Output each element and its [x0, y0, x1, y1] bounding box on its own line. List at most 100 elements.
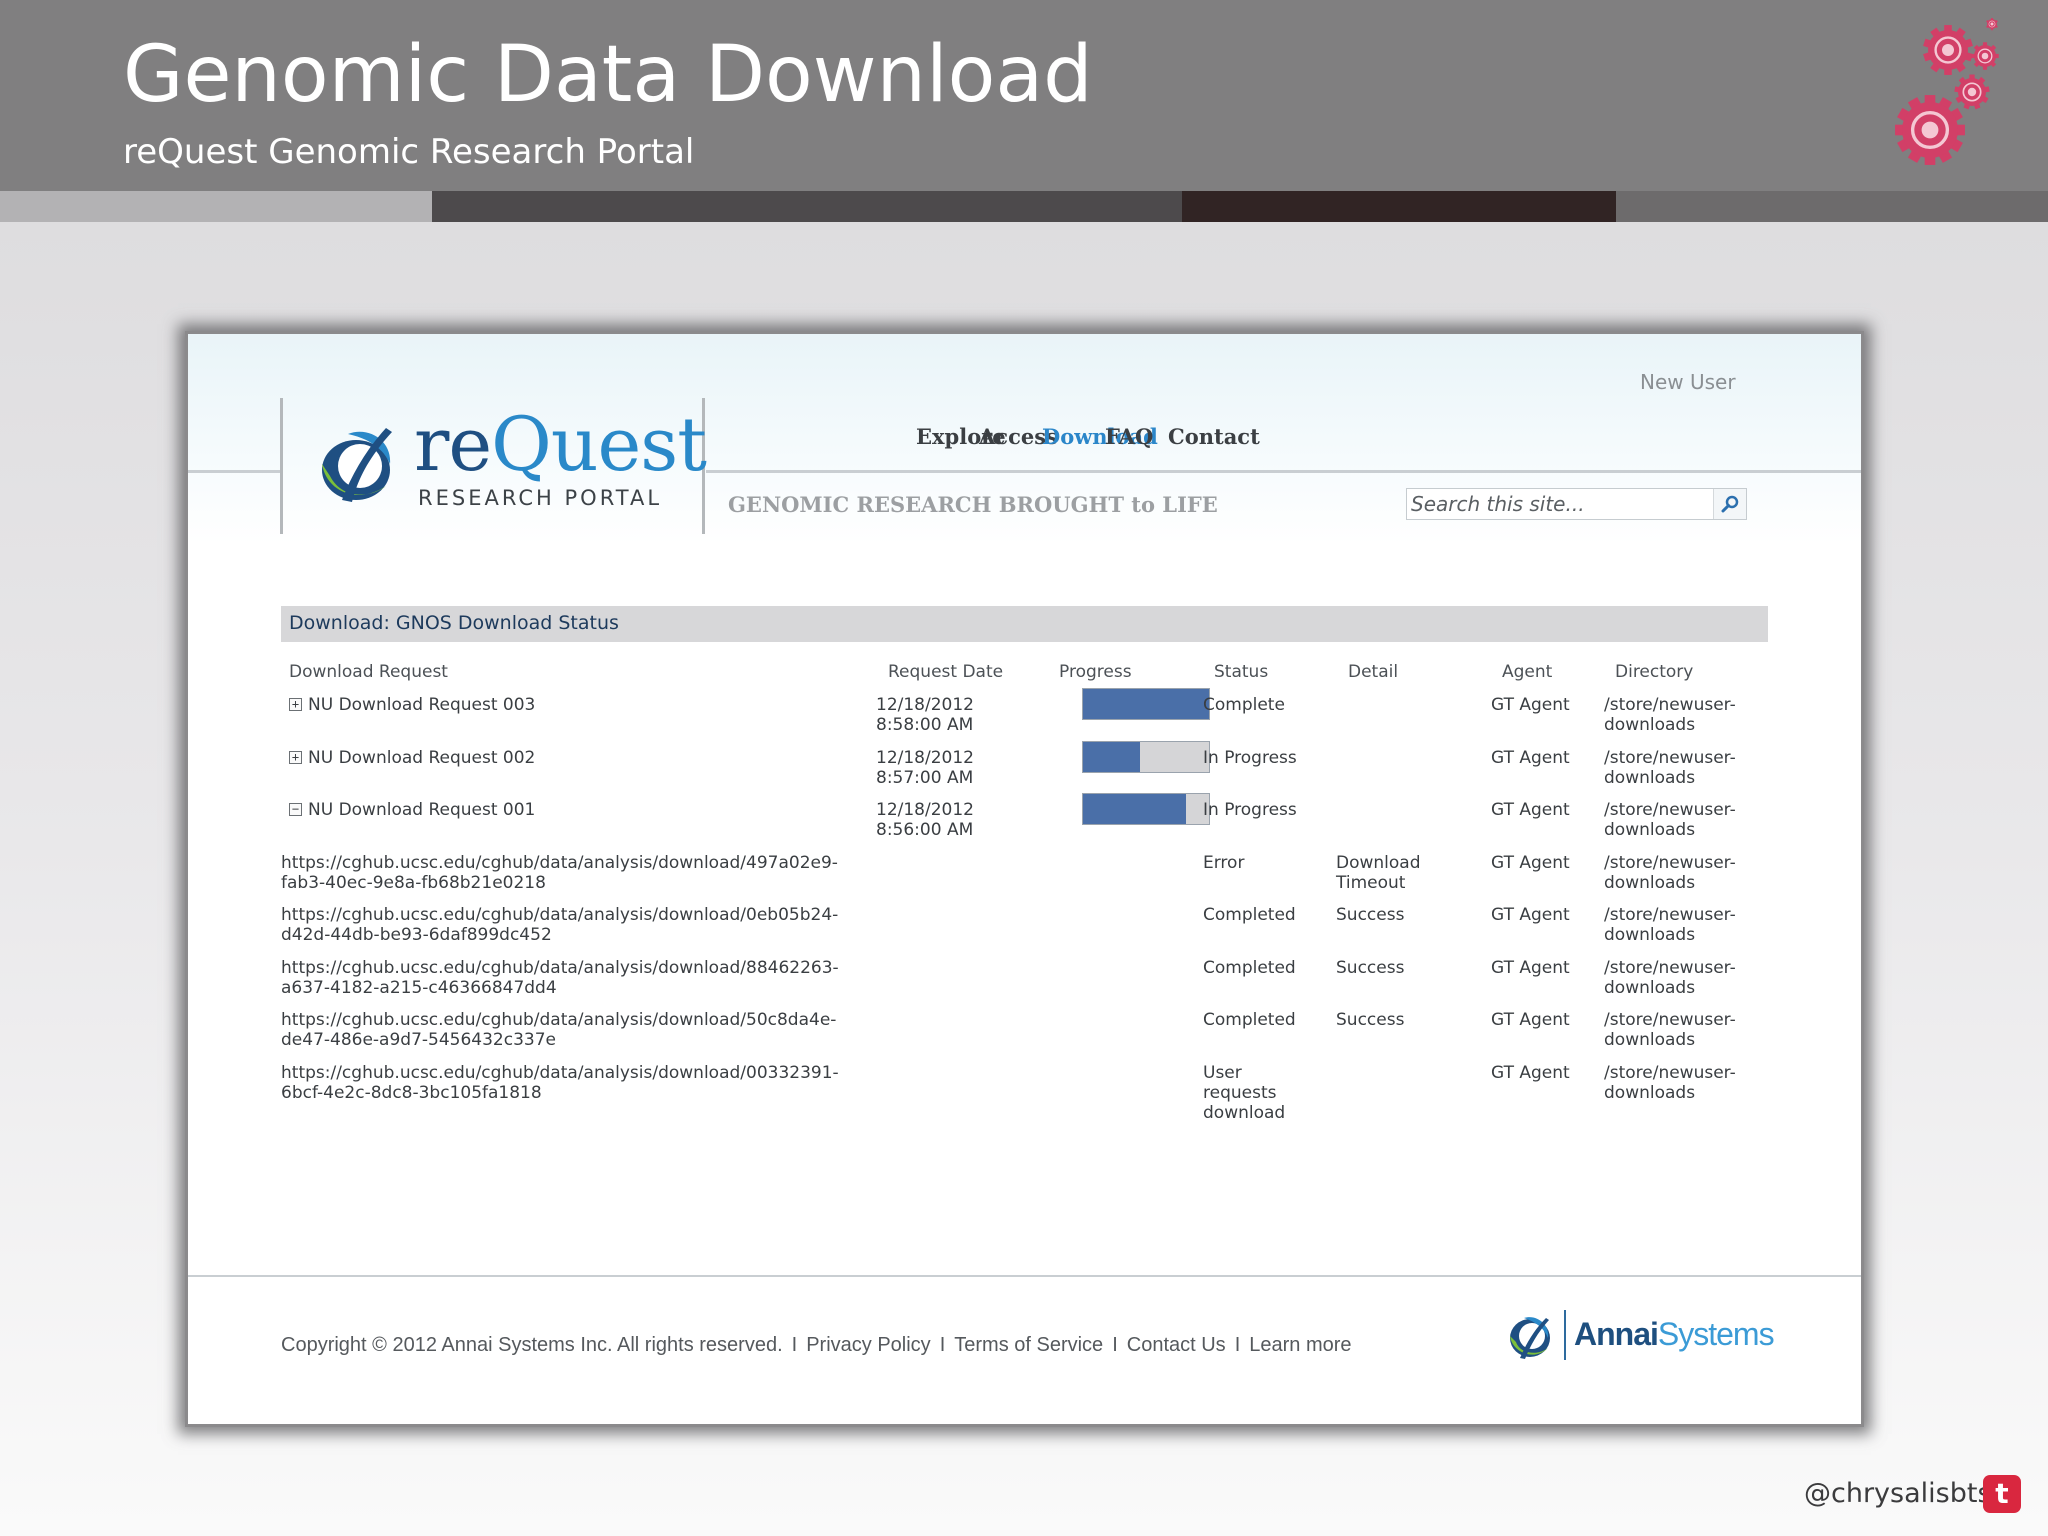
- request-directory: /store/newuser-: [1604, 747, 1736, 768]
- footer-separator: I: [1234, 1334, 1241, 1356]
- nav-contact[interactable]: Contact: [1168, 424, 1260, 449]
- request-logo-icon[interactable]: [312, 420, 408, 508]
- file-directory: /store/newuser-: [1604, 1010, 1736, 1030]
- file-agent: GT Agent: [1491, 957, 1570, 978]
- request-date: 12/18/2012: [876, 695, 974, 715]
- search-box: [1406, 488, 1747, 520]
- file-detail: Success: [1336, 1010, 1405, 1030]
- logo-divider-left: [280, 398, 283, 534]
- gears-icon: [1895, 18, 1999, 165]
- col-head-detail: Detail: [1348, 662, 1399, 682]
- contact-us-link[interactable]: Contact Us: [1127, 1334, 1226, 1356]
- slide-header: Genomic Data Download reQuest Genomic Re…: [0, 0, 2048, 191]
- band-segment: [1616, 191, 2048, 222]
- file-agent: GT Agent: [1491, 852, 1570, 873]
- file-directory: downloads: [1604, 1082, 1696, 1103]
- file-url[interactable]: https://cghub.ucsc.edu/cghub/data/analys…: [281, 1010, 836, 1030]
- file-url[interactable]: https://cghub.ucsc.edu/cghub/data/analys…: [281, 853, 838, 873]
- slide-subtitle: reQuest Genomic Research Portal: [123, 132, 695, 172]
- progress-bar: [1082, 793, 1210, 825]
- progress-fill: [1083, 794, 1187, 824]
- request-date: 12/18/2012: [876, 800, 974, 820]
- file-directory: downloads: [1604, 1030, 1696, 1050]
- header-rule-right: [706, 470, 1861, 473]
- col-head-request-date: Request Date: [888, 662, 1004, 682]
- footer-separator: I: [791, 1334, 798, 1356]
- request-time: 8:56:00 AM: [876, 820, 974, 840]
- learn-more-link[interactable]: Learn more: [1249, 1334, 1351, 1356]
- nav-faq[interactable]: FAQ: [1105, 424, 1153, 449]
- search-icon: [1721, 495, 1739, 513]
- annai-divider: [1564, 1310, 1566, 1360]
- footer-separator: I: [939, 1334, 946, 1356]
- file-directory: /store/newuser-: [1604, 957, 1736, 978]
- request-directory: downloads: [1604, 715, 1696, 735]
- file-status: Completed: [1203, 957, 1296, 978]
- file-url[interactable]: 6bcf-4e2c-8dc8-3bc105fa1818: [281, 1083, 542, 1103]
- file-url[interactable]: a637-4182-a215-c46366847dd4: [281, 978, 557, 998]
- footer-separator: I: [1112, 1334, 1118, 1356]
- request-directory: /store/newuser-: [1604, 800, 1736, 820]
- new-user-link[interactable]: New User: [1640, 370, 1736, 394]
- file-agent: GT Agent: [1491, 1062, 1570, 1083]
- file-url[interactable]: https://cghub.ucsc.edu/cghub/data/analys…: [281, 958, 839, 978]
- col-head-status: Status: [1214, 662, 1269, 682]
- progress-fill: [1083, 689, 1209, 719]
- file-status: Completed: [1203, 905, 1296, 925]
- request-directory: downloads: [1604, 767, 1696, 788]
- request-date: 12/18/2012: [876, 747, 974, 768]
- file-status: Error: [1203, 852, 1245, 873]
- request-status: Complete: [1203, 695, 1285, 715]
- portal-screenshot: New User reQuest RESEARCH PORTAL Explore…: [188, 334, 1861, 1424]
- file-directory: /store/newuser-: [1604, 852, 1736, 873]
- expand-toggle-icon[interactable]: +: [289, 698, 302, 711]
- progress-bar: [1082, 688, 1210, 720]
- logo-subtitle: RESEARCH PORTAL: [418, 486, 663, 510]
- file-url[interactable]: https://cghub.ucsc.edu/cghub/data/analys…: [281, 1063, 839, 1083]
- file-status: requests: [1203, 1082, 1277, 1103]
- terms-of-service-link[interactable]: Terms of Service: [954, 1334, 1103, 1356]
- file-url[interactable]: d42d-44db-be93-6daf899dc452: [281, 925, 552, 945]
- file-directory: downloads: [1604, 872, 1696, 893]
- annai-wordmark: AnnaiSystems: [1574, 1316, 1775, 1352]
- file-directory: downloads: [1604, 977, 1696, 998]
- band-segment: [0, 191, 432, 222]
- search-input[interactable]: [1407, 489, 1713, 519]
- expand-toggle-icon[interactable]: −: [289, 803, 302, 816]
- file-detail: Success: [1336, 905, 1405, 925]
- request-agent: GT Agent: [1491, 747, 1570, 768]
- request-name[interactable]: NU Download Request 001: [308, 800, 535, 820]
- file-directory: /store/newuser-: [1604, 905, 1736, 925]
- col-head-agent: Agent: [1502, 662, 1553, 682]
- site-tagline: GENOMIC RESEARCH BROUGHT to LIFE: [728, 492, 1218, 517]
- file-directory: /store/newuser-: [1604, 1062, 1736, 1083]
- file-status: Completed: [1203, 1010, 1296, 1030]
- file-status: User: [1203, 1062, 1242, 1083]
- file-url[interactable]: https://cghub.ucsc.edu/cghub/data/analys…: [281, 905, 838, 925]
- file-directory: downloads: [1604, 925, 1696, 945]
- request-name[interactable]: NU Download Request 003: [308, 695, 535, 715]
- request-status: In Progress: [1203, 800, 1297, 820]
- annai-logo-icon: [1510, 1317, 1550, 1359]
- file-url[interactable]: fab3-40ec-9e8a-fb68b21e0218: [281, 873, 546, 893]
- request-time: 8:58:00 AM: [876, 715, 974, 735]
- header-rule-left: [188, 470, 282, 473]
- col-head-directory: Directory: [1615, 662, 1694, 682]
- request-agent: GT Agent: [1491, 695, 1570, 715]
- expand-toggle-icon[interactable]: +: [289, 750, 302, 764]
- progress-bar: [1082, 740, 1210, 773]
- panel-title: Download: GNOS Download Status: [289, 612, 619, 634]
- file-detail: Download: [1336, 852, 1421, 873]
- panel-header: Download: GNOS Download Status: [281, 606, 1768, 642]
- search-button[interactable]: [1713, 489, 1746, 519]
- request-agent: GT Agent: [1491, 800, 1570, 820]
- request-directory: downloads: [1604, 820, 1696, 840]
- copyright-text: Copyright © 2012 Annai Systems Inc. All …: [281, 1334, 783, 1356]
- request-logo-wordmark: reQuest: [414, 402, 707, 488]
- progress-fill: [1083, 741, 1140, 772]
- twitter-icon: t: [1983, 1475, 2021, 1513]
- file-url[interactable]: de47-486e-a9d7-5456432c337e: [281, 1030, 556, 1050]
- request-name[interactable]: NU Download Request 002: [308, 748, 535, 768]
- annai-systems-logo[interactable]: AnnaiSystems: [1506, 1304, 1776, 1364]
- privacy-policy-link[interactable]: Privacy Policy: [806, 1334, 930, 1356]
